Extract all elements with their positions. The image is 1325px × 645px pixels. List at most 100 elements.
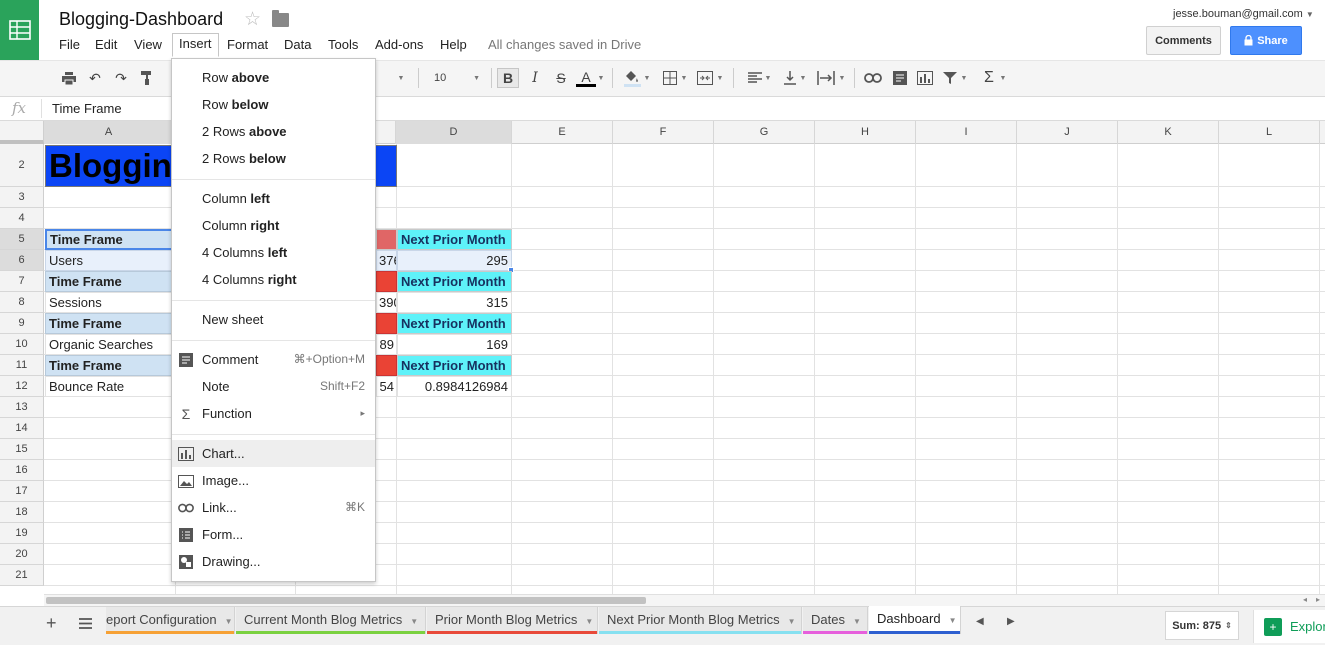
menu-file[interactable]: File: [53, 35, 86, 57]
menu-item-drawing[interactable]: Drawing...: [172, 548, 375, 575]
menu-item-column-left[interactable]: Column left: [172, 185, 375, 212]
cell-a9[interactable]: Time Frame: [45, 313, 176, 334]
cell-a12[interactable]: Bounce Rate: [45, 376, 176, 397]
menu-item-function[interactable]: Σ Function ▸: [172, 400, 375, 427]
row-header[interactable]: 17: [0, 481, 44, 502]
column-header-k[interactable]: K: [1118, 121, 1219, 144]
row-header[interactable]: 10: [0, 334, 44, 355]
cell-d12[interactable]: 0.8984126984: [397, 376, 512, 397]
menu-item-rows-above[interactable]: 2 Rows above: [172, 118, 375, 145]
cell-c9[interactable]: [376, 313, 397, 334]
borders-dropdown-arrow[interactable]: ▼: [679, 68, 689, 88]
sheet-tab-prior-month[interactable]: Prior Month Blog Metrics ▼: [427, 607, 598, 634]
cell-a8[interactable]: Sessions: [45, 292, 176, 313]
bold-button[interactable]: B: [497, 68, 519, 88]
column-header-e[interactable]: E: [512, 121, 613, 144]
strikethrough-button[interactable]: S: [550, 68, 572, 88]
document-title[interactable]: Blogging-Dashboard: [59, 9, 223, 30]
add-sheet-icon[interactable]: +: [46, 613, 57, 634]
menu-item-image[interactable]: Image...: [172, 467, 375, 494]
menu-view[interactable]: View: [128, 35, 168, 57]
column-header-j[interactable]: J: [1017, 121, 1118, 144]
row-header[interactable]: 21: [0, 565, 44, 586]
row-header[interactable]: 8: [0, 292, 44, 313]
formula-input[interactable]: Time Frame: [52, 101, 122, 116]
sheet-tab-dashboard[interactable]: Dashboard ▼: [869, 606, 961, 634]
menu-item-comment[interactable]: Comment ⌘+Option+M: [172, 346, 375, 373]
cell-c7[interactable]: [376, 271, 397, 292]
text-color-dropdown-arrow[interactable]: ▼: [596, 68, 606, 88]
row-header[interactable]: 16: [0, 460, 44, 481]
menu-item-row-below[interactable]: Row below: [172, 91, 375, 118]
cell-c5[interactable]: [376, 229, 397, 250]
menu-item-rows-below[interactable]: 2 Rows below: [172, 145, 375, 172]
tab-scroll-left-icon[interactable]: ◀: [976, 616, 984, 627]
borders-icon[interactable]: [659, 68, 681, 88]
menu-insert[interactable]: Insert: [172, 33, 219, 57]
cell-a7[interactable]: Time Frame: [45, 271, 176, 292]
menu-data[interactable]: Data: [278, 35, 317, 57]
row-header[interactable]: 3: [0, 187, 44, 208]
cell-d11[interactable]: Next Prior Month: [397, 355, 512, 376]
sum-indicator[interactable]: Sum: 875 ⇕: [1165, 611, 1239, 640]
row-header[interactable]: 13: [0, 397, 44, 418]
explore-button[interactable]: +Explore: [1253, 610, 1325, 643]
filter-icon[interactable]: [939, 68, 961, 88]
merge-cells-icon[interactable]: [694, 68, 716, 88]
menu-item-new-sheet[interactable]: New sheet: [172, 306, 375, 333]
text-wrapping-icon[interactable]: [815, 68, 837, 88]
select-all-corner[interactable]: [0, 121, 44, 144]
insert-link-icon[interactable]: [862, 68, 884, 88]
cell-d8[interactable]: 315: [397, 292, 512, 313]
menu-item-column-right[interactable]: Column right: [172, 212, 375, 239]
menu-item-form[interactable]: Form...: [172, 521, 375, 548]
insert-chart-icon[interactable]: [914, 68, 936, 88]
cell-d10[interactable]: 169: [397, 334, 512, 355]
cell-c12[interactable]: 54: [376, 376, 397, 397]
menu-item-row-above[interactable]: Row above: [172, 64, 375, 91]
column-header-a[interactable]: A: [44, 121, 174, 144]
cell-d6[interactable]: 295: [397, 250, 512, 271]
print-icon[interactable]: [58, 68, 80, 88]
functions-dropdown-arrow[interactable]: ▼: [998, 68, 1008, 88]
cell-a11[interactable]: Time Frame: [45, 355, 176, 376]
column-header-g[interactable]: G: [714, 121, 815, 144]
functions-icon[interactable]: Σ: [978, 68, 1000, 88]
cell-a10[interactable]: Organic Searches: [45, 334, 176, 355]
menu-help[interactable]: Help: [434, 35, 473, 57]
valign-dropdown-arrow[interactable]: ▼: [798, 68, 808, 88]
align-dropdown-arrow[interactable]: ▼: [763, 68, 773, 88]
row-header[interactable]: 6: [0, 250, 44, 271]
row-header[interactable]: 18: [0, 502, 44, 523]
cell-c6[interactable]: 376: [376, 250, 397, 271]
scroll-left-icon[interactable]: ◂: [1303, 595, 1307, 604]
cell-c10[interactable]: 89: [376, 334, 397, 355]
scroll-right-icon[interactable]: ▸: [1316, 595, 1320, 604]
sheet-tab-next-prior-month[interactable]: Next Prior Month Blog Metrics ▼: [599, 607, 802, 634]
row-header[interactable]: 19: [0, 523, 44, 544]
column-header-l[interactable]: L: [1219, 121, 1320, 144]
tab-scroll-right-icon[interactable]: ▶: [1007, 616, 1015, 627]
sheet-tab-dates[interactable]: Dates ▼: [803, 607, 868, 634]
row-header[interactable]: 20: [0, 544, 44, 565]
menu-format[interactable]: Format: [221, 35, 274, 57]
cell-d5[interactable]: Next Prior Month: [397, 229, 512, 250]
menu-item-columns-left[interactable]: 4 Columns left: [172, 239, 375, 266]
paint-format-icon[interactable]: [136, 68, 158, 88]
row-header[interactable]: 7: [0, 271, 44, 292]
wrap-dropdown-arrow[interactable]: ▼: [837, 68, 847, 88]
redo-icon[interactable]: ↷: [110, 68, 132, 88]
italic-button[interactable]: I: [524, 68, 546, 88]
sheets-logo-icon[interactable]: [0, 0, 39, 60]
menu-edit[interactable]: Edit: [89, 35, 123, 57]
all-sheets-icon[interactable]: [79, 617, 92, 632]
column-header-c[interactable]: [376, 121, 396, 144]
text-color-button[interactable]: A: [575, 68, 597, 88]
cell-a5-selected[interactable]: Time Frame: [45, 229, 176, 250]
share-button[interactable]: Share: [1230, 26, 1302, 55]
row-header[interactable]: 11: [0, 355, 44, 376]
fill-color-dropdown-arrow[interactable]: ▼: [642, 68, 652, 88]
star-icon[interactable]: ☆: [244, 8, 261, 31]
cell-a6[interactable]: Users: [45, 250, 176, 271]
row-header[interactable]: 9: [0, 313, 44, 334]
